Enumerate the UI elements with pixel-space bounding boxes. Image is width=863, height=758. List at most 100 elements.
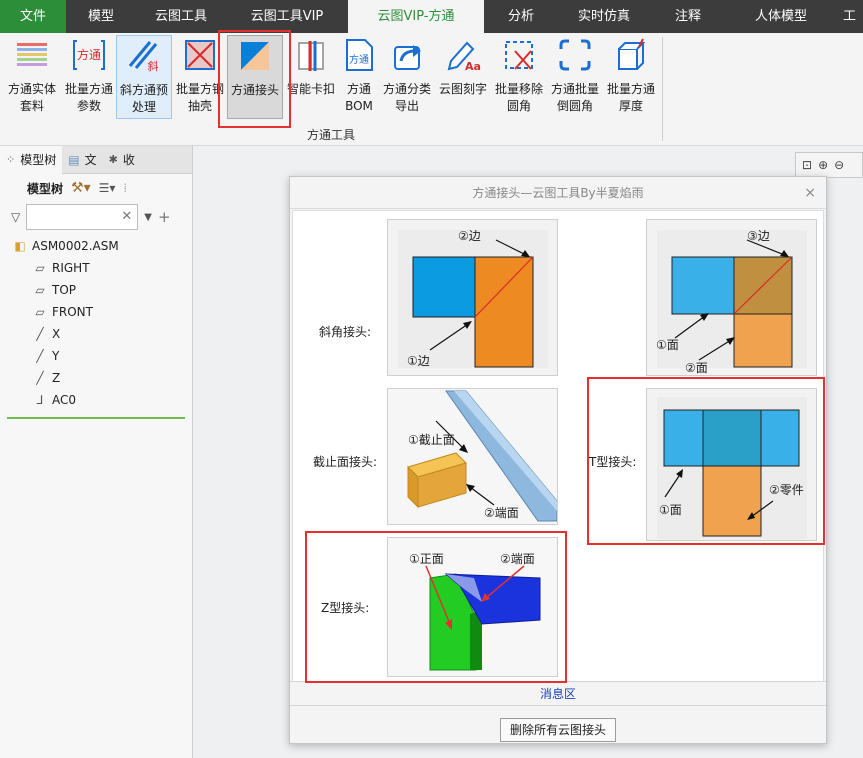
svg-text:Aa: Aa <box>465 60 481 73</box>
datum-plane-icon: ▱ <box>35 261 45 275</box>
smart-clip-button[interactable]: 智能卡扣 <box>283 35 339 119</box>
message-divider-bottom <box>290 705 826 706</box>
miter-joint-label: 斜角接头: <box>319 325 372 339</box>
remove-fillet-icon <box>501 37 537 73</box>
datum-plane-icon: ▱ <box>35 283 45 297</box>
assembly-icon: ◧ <box>14 239 26 253</box>
message-area: 消息区 <box>539 687 576 701</box>
refit-icon[interactable]: ⊡ <box>802 158 812 172</box>
tab-files[interactable]: ▤ 文 <box>62 146 102 174</box>
menu-bar: 文件 模型 云图工具 云图工具VIP 云图VIP-方通 分析 实时仿真 注释 人… <box>0 0 863 33</box>
panel-tabs: ⁘ 模型树 ▤ 文 ✱ 收 <box>0 146 192 174</box>
search-dropdown-icon[interactable]: ▼ <box>144 212 152 223</box>
variant-annotation-face1: ①面 <box>656 338 679 352</box>
tab-more[interactable]: 工 <box>836 0 863 33</box>
highlight-t-joint <box>587 377 825 545</box>
tab-cloud-tools-vip[interactable]: 云图工具VIP <box>226 0 348 33</box>
cutoff-joint-image <box>388 389 558 524</box>
tree-item-right[interactable]: ▱ RIGHT <box>0 257 192 279</box>
miter-joint-card[interactable]: ②边 ①边 <box>387 219 558 376</box>
tab-favorites[interactable]: ✱ 收 <box>103 146 141 174</box>
cloud-engrave-button[interactable]: Aa 云图刻字 <box>435 35 491 119</box>
cutoff-joint-label: 截止面接头: <box>313 455 378 469</box>
highlight-joint-button <box>218 30 291 128</box>
miter-annotation-edge1: ①边 <box>407 354 430 368</box>
tree-toolbar-label: 模型树 <box>27 181 64 196</box>
filter-icon[interactable]: ▽ <box>11 210 20 224</box>
tab-human-model[interactable]: 人体模型 <box>726 0 836 33</box>
left-panel: ⁘ 模型树 ▤ 文 ✱ 收 模型树 ⚒▾ ☰▾ ⁞ ▽ ✕ ▼ + ◧ ASM0… <box>0 146 193 758</box>
model-tree: ◧ ASM0002.ASM ▱ RIGHT ▱ TOP ▱ FRONT ╱ X … <box>0 232 192 419</box>
datum-axis-icon: ╱ <box>36 371 44 385</box>
group-label-fangtong-tools: 方通工具 <box>306 128 355 142</box>
cutoff-annotation-cut-face: ①截止面 <box>408 433 455 447</box>
tab-model-tree[interactable]: ⁘ 模型树 <box>0 146 63 174</box>
tab-annotation[interactable]: 注释 <box>650 0 726 33</box>
tab-file[interactable]: 文件 <box>0 0 66 33</box>
coordinate-system-icon: ⅃ <box>36 393 44 407</box>
zoom-in-icon[interactable]: ⊕ <box>818 158 828 172</box>
ribbon: 方通实体 套料 方通 批量方通 参数 斜 斜方通预 处理 批量方钢 抽壳 方通接… <box>0 33 863 146</box>
tab-realtime-sim[interactable]: 实时仿真 <box>558 0 650 33</box>
fangtong-classify-export-button[interactable]: 方通分类 导出 <box>380 35 434 119</box>
tree-item-root[interactable]: ◧ ASM0002.ASM <box>0 235 192 257</box>
tree-item-x[interactable]: ╱ X <box>0 323 192 345</box>
close-icon[interactable]: × <box>804 177 816 209</box>
model-tree-icon: ⁘ <box>6 153 16 166</box>
oblique-icon: 斜 <box>126 38 162 74</box>
tools-icon[interactable]: ⚒▾ <box>71 180 91 196</box>
engrave-icon: Aa <box>445 37 481 73</box>
tree-search-input[interactable]: ✕ <box>26 204 139 230</box>
cutoff-joint-card[interactable]: ①截止面 ②端面 <box>387 388 558 525</box>
zoom-out-icon[interactable]: ⊖ <box>834 158 844 172</box>
variant-annotation-face2: ②面 <box>685 361 708 375</box>
datum-axis-icon: ╱ <box>36 349 44 363</box>
fangtong-bom-button[interactable]: 方通 方通 BOM <box>338 35 380 119</box>
delete-all-joints-button[interactable]: 删除所有云图接头 <box>500 718 616 742</box>
nesting-icon <box>14 37 50 73</box>
oblique-fangtong-preprocess-button[interactable]: 斜 斜方通预 处理 <box>116 35 172 119</box>
favorites-icon: ✱ <box>108 153 118 166</box>
thickness-icon <box>613 37 649 73</box>
tab-model[interactable]: 模型 <box>66 0 136 33</box>
tab-cloud-vip-fangtong[interactable]: 云图VIP-方通 <box>348 0 484 33</box>
group-separator <box>662 37 663 141</box>
tree-item-ac0[interactable]: ⅃ AC0 <box>0 389 192 411</box>
fangtong-nesting-button[interactable]: 方通实体 套料 <box>4 35 60 119</box>
export-icon <box>389 37 425 73</box>
batch-fangtong-params-button[interactable]: 方通 批量方通 参数 <box>61 35 117 119</box>
filter-row: ▽ ✕ ▼ + <box>0 202 192 232</box>
clear-search-icon[interactable]: ✕ <box>121 209 132 224</box>
batch-remove-fillet-button[interactable]: 批量移除 圆角 <box>491 35 547 119</box>
svg-text:方通: 方通 <box>349 53 369 66</box>
tree-item-top[interactable]: ▱ TOP <box>0 279 192 301</box>
datum-plane-icon: ▱ <box>35 305 45 319</box>
view-toolbar: ⊡ ⊕ ⊖ <box>795 152 863 178</box>
highlight-z-joint <box>305 531 567 683</box>
datum-axis-icon: ╱ <box>36 327 44 341</box>
tab-cloud-tools[interactable]: 云图工具 <box>136 0 226 33</box>
clip-icon <box>293 37 329 73</box>
tab-analysis[interactable]: 分析 <box>484 0 558 33</box>
fillet-icon <box>557 37 593 73</box>
dialog-title: 方通接头—云图工具By半夏焰雨 <box>472 186 644 200</box>
show-icon[interactable]: ⁞ <box>123 181 127 195</box>
insert-here-marker <box>7 417 185 419</box>
tree-toolbar: 模型树 ⚒▾ ☰▾ ⁞ <box>0 174 192 202</box>
svg-text:斜: 斜 <box>148 60 159 73</box>
fangtong-params-icon: 方通 <box>71 37 107 73</box>
variant-annotation-edge3: ③边 <box>747 229 770 243</box>
shell-icon <box>182 37 218 73</box>
folder-icon: ▤ <box>68 153 80 167</box>
fangtong-batch-fillet-button[interactable]: 方通批量 倒圆角 <box>547 35 603 119</box>
tree-item-front[interactable]: ▱ FRONT <box>0 301 192 323</box>
settings-list-icon[interactable]: ☰▾ <box>99 181 116 195</box>
batch-fangtong-thickness-button[interactable]: 批量方通 厚度 <box>603 35 659 119</box>
miter-annotation-edge2: ②边 <box>458 229 481 243</box>
add-filter-icon[interactable]: + <box>158 208 171 226</box>
tree-item-z[interactable]: ╱ Z <box>0 367 192 389</box>
tree-item-y[interactable]: ╱ Y <box>0 345 192 367</box>
bom-icon: 方通 <box>341 37 377 73</box>
cutoff-annotation-end-face: ②端面 <box>484 506 519 520</box>
miter-joint-variant-card[interactable]: ③边 ①面 ②面 <box>646 219 817 376</box>
